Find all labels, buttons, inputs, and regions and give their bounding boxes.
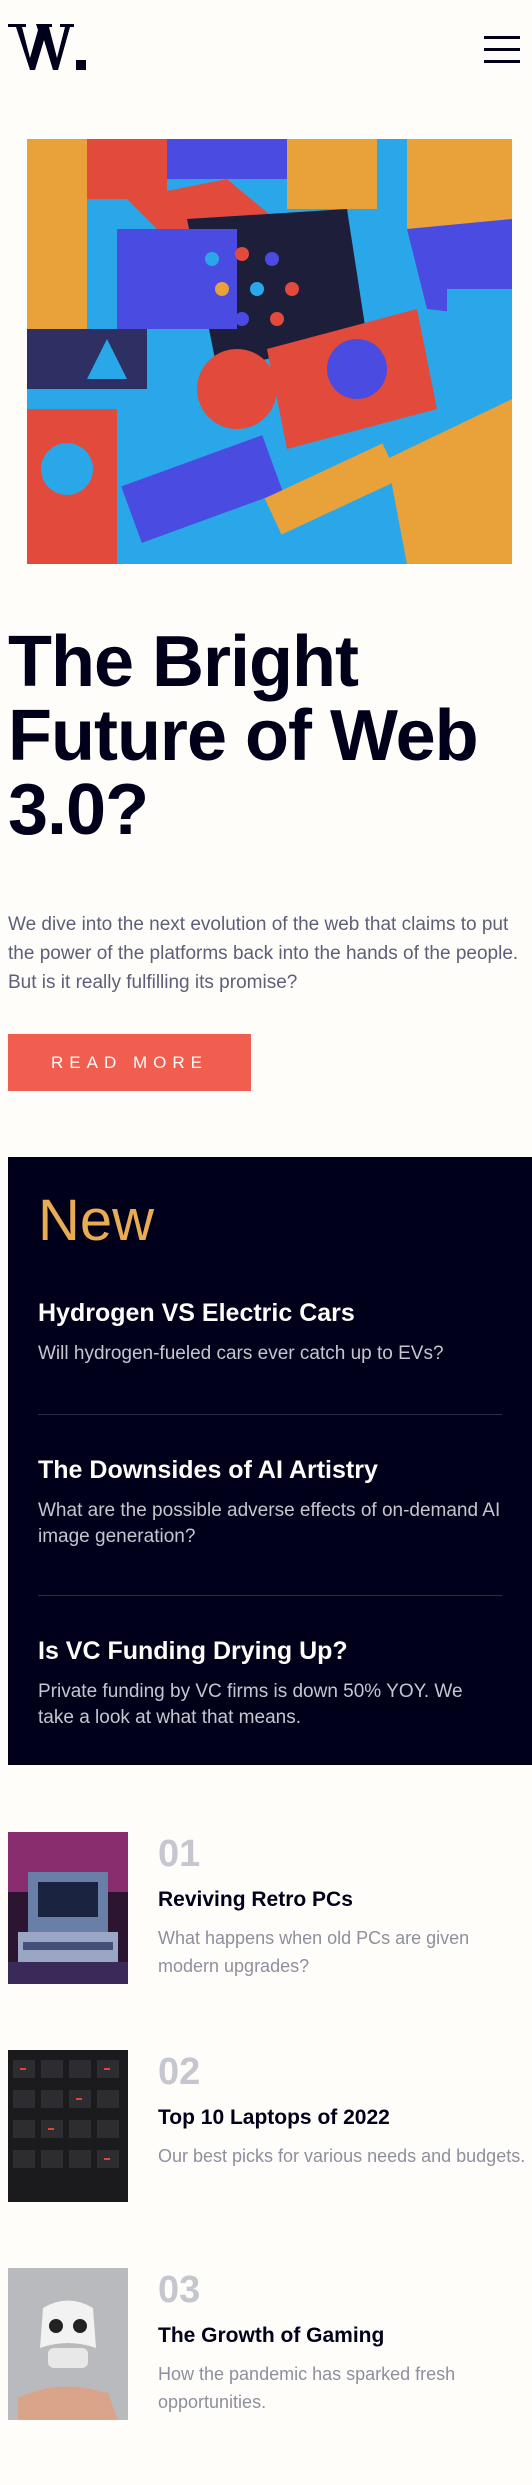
hero-lead: We dive into the next evolution of the w… (8, 914, 519, 993)
article-title[interactable]: The Growth of Gaming (158, 2324, 384, 2348)
article-thumbnail[interactable] (8, 2268, 128, 2420)
new-item-desc: Private funding by VC firms is down 50% … (38, 1681, 463, 1728)
new-item-desc: Will hydrogen-fueled cars ever catch up … (38, 1343, 444, 1364)
new-item: Is VC Funding Drying Up? Private funding… (38, 1635, 502, 1731)
new-item-desc: What are the possible adverse effects of… (38, 1500, 501, 1547)
article-thumbnail[interactable] (8, 2050, 128, 2202)
divider (38, 1414, 502, 1415)
article-title[interactable]: Reviving Retro PCs (158, 1888, 353, 1912)
hero-image (27, 139, 512, 564)
hamburger-menu-icon[interactable] (480, 30, 524, 68)
article-number: 03 (158, 2269, 201, 2311)
laptop-keyboard-image (8, 2050, 128, 2202)
divider (38, 1595, 502, 1596)
article-desc: What happens when old PCs are given mode… (158, 1928, 470, 1976)
new-item-title[interactable]: The Downsides of AI Artistry (38, 1454, 502, 1486)
new-item: Hydrogen VS Electric Cars Will hydrogen-… (38, 1297, 502, 1367)
new-item: The Downsides of AI Artistry What are th… (38, 1454, 502, 1550)
new-item-title[interactable]: Is VC Funding Drying Up? (38, 1635, 502, 1667)
article-card: 02 Top 10 Laptops of 2022 Our best picks… (8, 2050, 528, 2202)
new-section-title: New (38, 1188, 155, 1253)
article-number: 01 (158, 1833, 201, 1875)
retro-pc-image (8, 1832, 128, 1984)
game-controller-image (8, 2268, 128, 2420)
article-desc: Our best picks for various needs and bud… (158, 2146, 526, 2166)
article-card: 03 The Growth of Gaming How the pandemic… (8, 2268, 528, 2420)
new-section: New Hydrogen VS Electric Cars Will hydro… (8, 1157, 532, 1765)
hero-illustration (27, 139, 512, 564)
header (0, 0, 532, 100)
article-card: 01 Reviving Retro PCs What happens when … (8, 1832, 528, 1984)
article-thumbnail[interactable] (8, 1832, 128, 1984)
article-title[interactable]: Top 10 Laptops of 2022 (158, 2106, 390, 2130)
article-desc: How the pandemic has sparked fresh oppor… (158, 2364, 456, 2412)
read-more-button[interactable]: READ MORE (8, 1034, 251, 1091)
article-number: 02 (158, 2051, 201, 2093)
hero-headline: The Bright Future of Web 3.0? (8, 622, 479, 850)
logo[interactable] (8, 18, 88, 74)
new-item-title[interactable]: Hydrogen VS Electric Cars (38, 1297, 502, 1329)
